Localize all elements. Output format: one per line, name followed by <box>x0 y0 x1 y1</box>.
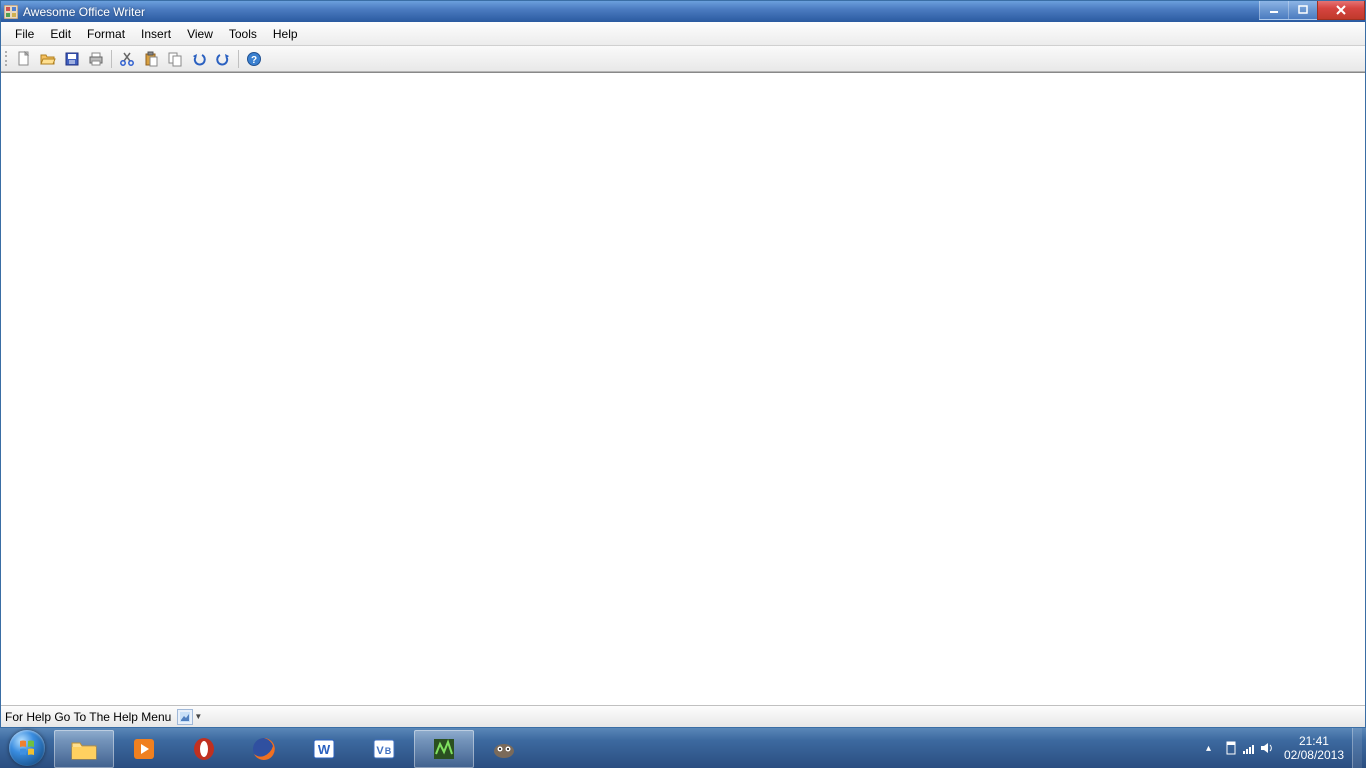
image-icon <box>177 709 193 725</box>
clock-time: 21:41 <box>1284 734 1344 748</box>
action-center-icon[interactable] <box>1222 728 1240 768</box>
menu-format[interactable]: Format <box>79 24 133 44</box>
svg-text:V: V <box>376 745 384 757</box>
maximize-button[interactable] <box>1288 1 1318 20</box>
undo-icon <box>191 51 207 67</box>
menu-view[interactable]: View <box>179 24 221 44</box>
new-button[interactable] <box>13 48 35 70</box>
paste-icon <box>143 51 159 67</box>
taskbar-app-media-player[interactable] <box>114 730 174 768</box>
taskbar-app-gimp[interactable] <box>474 730 534 768</box>
toolbar-separator <box>111 50 112 68</box>
svg-text:?: ? <box>251 55 257 66</box>
clock-date: 02/08/2013 <box>1284 748 1344 762</box>
taskbar-app-file-explorer[interactable] <box>54 730 114 768</box>
menu-help[interactable]: Help <box>265 24 306 44</box>
taskbar-clock[interactable]: 21:41 02/08/2013 <box>1276 734 1352 762</box>
menubar: File Edit Format Insert View Tools Help <box>1 22 1365 46</box>
save-icon <box>64 51 80 67</box>
taskbar-app-word[interactable]: W <box>294 730 354 768</box>
minimize-button[interactable] <box>1259 1 1289 20</box>
toolbar-grip[interactable] <box>5 50 9 68</box>
close-button[interactable] <box>1317 1 1365 20</box>
print-button[interactable] <box>85 48 107 70</box>
awesome-writer-icon <box>428 735 460 763</box>
menu-file[interactable]: File <box>7 24 42 44</box>
cut-button[interactable] <box>116 48 138 70</box>
opera-icon <box>188 735 220 763</box>
gimp-icon <box>488 735 520 763</box>
save-button[interactable] <box>61 48 83 70</box>
status-dropdown[interactable]: ▼ <box>177 709 202 725</box>
menu-tools[interactable]: Tools <box>221 24 265 44</box>
help-icon: ? <box>246 51 262 67</box>
statusbar: For Help Go To The Help Menu ▼ <box>1 705 1365 727</box>
copy-button[interactable] <box>164 48 186 70</box>
svg-text:W: W <box>318 742 331 757</box>
taskbar-app-opera[interactable] <box>174 730 234 768</box>
visual-basic-icon: VB <box>368 735 400 763</box>
toolbar-separator <box>238 50 239 68</box>
taskbar-app-visual-basic[interactable]: VB <box>354 730 414 768</box>
open-document-icon <box>40 51 56 67</box>
new-document-icon <box>16 51 32 67</box>
undo-button[interactable] <box>188 48 210 70</box>
show-desktop-button[interactable] <box>1352 728 1362 768</box>
minimize-icon <box>1269 5 1279 15</box>
application-window: Awesome Office Writer File Edit Format I… <box>0 0 1366 728</box>
redo-button[interactable] <box>212 48 234 70</box>
chevron-down-icon: ▼ <box>194 712 202 721</box>
windows-logo-icon <box>9 730 45 766</box>
print-icon <box>88 51 104 67</box>
start-button[interactable] <box>0 728 54 768</box>
menu-edit[interactable]: Edit <box>42 24 79 44</box>
status-help-text: For Help Go To The Help Menu <box>5 710 171 724</box>
media-player-icon <box>128 735 160 763</box>
firefox-icon <box>248 735 280 763</box>
close-icon <box>1335 5 1347 15</box>
word-icon: W <box>308 735 340 763</box>
folder-icon <box>68 735 100 763</box>
copy-icon <box>167 51 183 67</box>
taskbar: W VB ▴ 21:41 02/08/2013 <box>0 728 1366 768</box>
open-button[interactable] <box>37 48 59 70</box>
network-icon[interactable] <box>1240 728 1258 768</box>
document-area[interactable] <box>1 72 1365 705</box>
window-controls <box>1260 1 1365 20</box>
taskbar-app-firefox[interactable] <box>234 730 294 768</box>
system-tray: ▴ 21:41 02/08/2013 <box>1206 728 1366 768</box>
help-button[interactable]: ? <box>243 48 265 70</box>
paste-button[interactable] <box>140 48 162 70</box>
window-title: Awesome Office Writer <box>23 5 145 19</box>
menu-insert[interactable]: Insert <box>133 24 179 44</box>
tray-overflow-button[interactable]: ▴ <box>1206 743 1222 754</box>
cut-icon <box>119 51 135 67</box>
svg-text:B: B <box>385 746 392 756</box>
toolbar: ? <box>1 46 1365 72</box>
volume-icon[interactable] <box>1258 728 1276 768</box>
titlebar[interactable]: Awesome Office Writer <box>1 1 1365 22</box>
maximize-icon <box>1298 5 1308 15</box>
redo-icon <box>215 51 231 67</box>
taskbar-app-awesome-writer[interactable] <box>414 730 474 768</box>
app-icon <box>3 4 19 20</box>
